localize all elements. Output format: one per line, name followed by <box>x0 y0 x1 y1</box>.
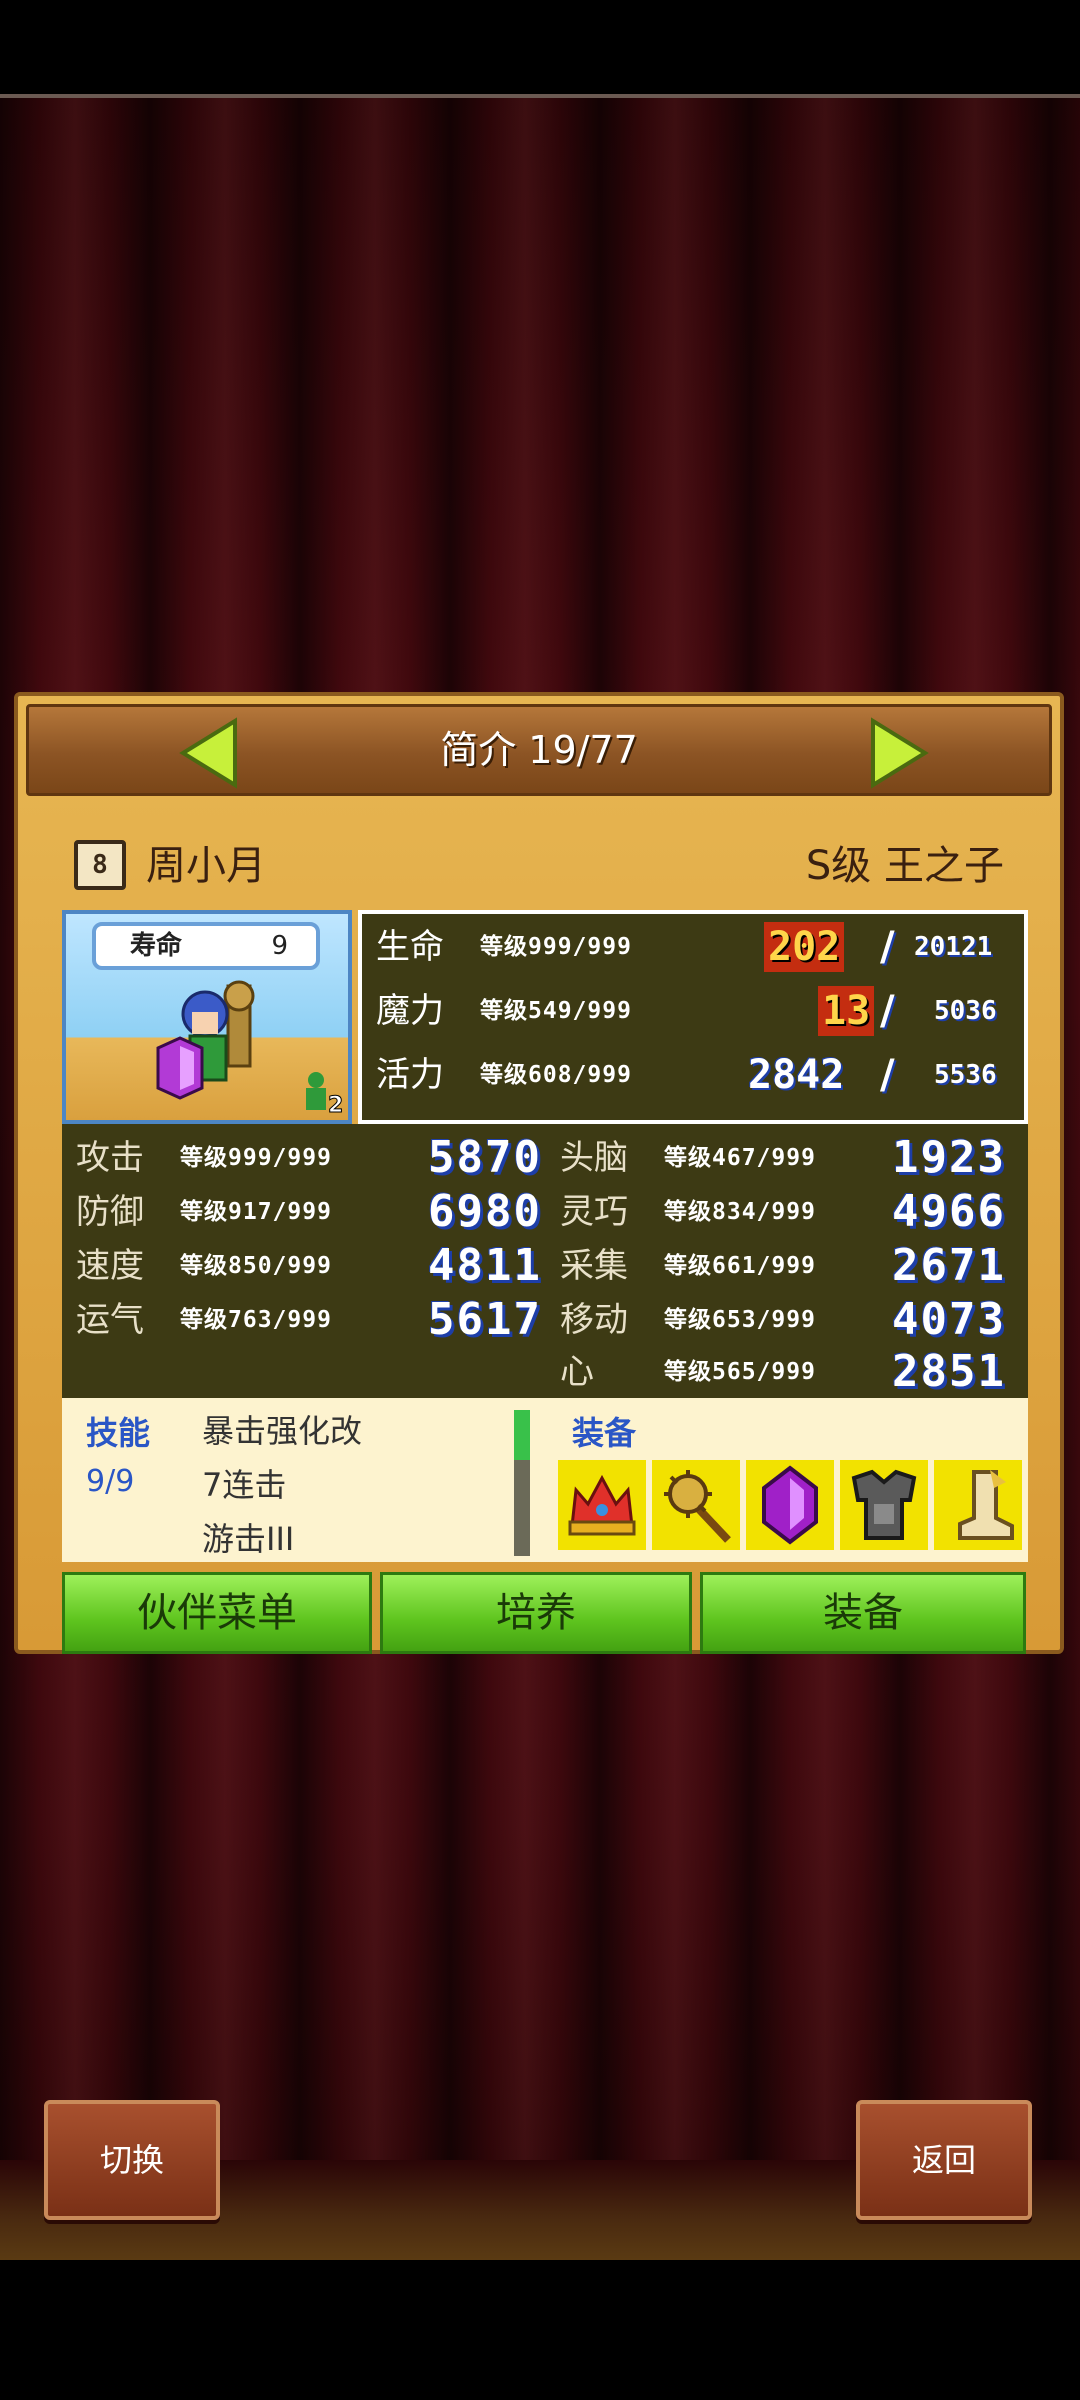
back-button[interactable]: 返回 <box>856 2100 1032 2220</box>
vital-label: 魔力 <box>376 991 444 1031</box>
attribute-grade: 等级850/999 <box>180 1253 332 1279</box>
lifespan-value: 9 <box>271 931 288 961</box>
vital-row: 魔力 等级549/999 13 / 5036 <box>362 980 1024 1042</box>
equipment-slots <box>558 1460 1028 1552</box>
crown-icon[interactable] <box>558 1460 646 1550</box>
attribute-label: 速度 <box>76 1246 144 1286</box>
switch-button[interactable]: 切换 <box>44 2100 220 2220</box>
attribute-value: 6980 <box>428 1186 542 1237</box>
skills-equipment-section: 技能 9/9 暴击强化改 7连击 游击III 装备 <box>62 1398 1028 1562</box>
vital-slash: / <box>880 924 895 970</box>
attribute-label: 攻击 <box>76 1138 144 1178</box>
vital-grade: 等级549/999 <box>480 998 632 1024</box>
vital-label: 活力 <box>376 1055 444 1095</box>
partner-count-icon: 2 <box>306 1072 344 1114</box>
attribute-value: 2671 <box>892 1240 1006 1291</box>
boot-icon[interactable] <box>934 1460 1022 1550</box>
mace-icon[interactable] <box>652 1460 740 1550</box>
attribute-row: 速度 等级850/999 4811 <box>76 1240 546 1292</box>
attribute-value: 5617 <box>428 1294 542 1345</box>
train-button[interactable]: 培养 <box>380 1572 692 1654</box>
attribute-stats: 攻击 等级999/999 5870 防御 等级917/999 6980 速度 等… <box>62 1124 1028 1398</box>
vital-max: 20121 <box>914 932 993 962</box>
skills-heading: 技能 <box>86 1414 151 1452</box>
skills-scroll-thumb[interactable] <box>514 1410 530 1460</box>
equip-button[interactable]: 装备 <box>700 1572 1026 1654</box>
attribute-grade: 等级834/999 <box>664 1199 816 1225</box>
armor-icon[interactable] <box>840 1460 928 1550</box>
skill-item[interactable]: 游击III <box>202 1514 294 1560</box>
lifespan-tag: 寿命 9 <box>92 922 320 970</box>
prev-arrow-icon[interactable] <box>179 717 239 789</box>
attribute-label: 防御 <box>76 1192 144 1232</box>
attribute-grade: 等级661/999 <box>664 1253 816 1279</box>
vital-stats: 生命 等级999/999 202 / 20121 魔力 等级549/999 13… <box>358 910 1028 1124</box>
gem-icon[interactable] <box>746 1460 834 1550</box>
partner-count: 2 <box>328 1093 343 1114</box>
attribute-row: 防御 等级917/999 6980 <box>76 1186 546 1238</box>
attribute-value: 1923 <box>892 1132 1006 1183</box>
attribute-grade: 等级467/999 <box>664 1145 816 1171</box>
attribute-row: 采集 等级661/999 2671 <box>560 1240 1026 1292</box>
character-portrait: 寿命 9 2 <box>62 910 352 1124</box>
equipment-heading: 装备 <box>572 1414 637 1452</box>
level-badge: 8 <box>74 840 126 890</box>
attribute-value: 4811 <box>428 1240 542 1291</box>
attribute-label: 采集 <box>560 1246 628 1286</box>
vital-grade: 等级608/999 <box>480 1062 632 1088</box>
title-bar: 简介 19/77 <box>26 704 1052 796</box>
attribute-label: 心 <box>560 1352 594 1392</box>
partner-menu-button[interactable]: 伙伴菜单 <box>62 1572 372 1654</box>
attribute-row: 攻击 等级999/999 5870 <box>76 1132 546 1184</box>
vital-grade: 等级999/999 <box>480 934 632 960</box>
character-sprite-icon <box>156 980 255 1100</box>
vital-current: 2842 <box>748 1052 845 1098</box>
attribute-row: 灵巧 等级834/999 4966 <box>560 1186 1026 1238</box>
vital-row: 活力 等级608/999 2842 / 5536 <box>362 1044 1024 1106</box>
attribute-value: 2851 <box>892 1346 1006 1397</box>
lifespan-label: 寿命 <box>130 931 183 961</box>
attribute-row: 头脑 等级467/999 1923 <box>560 1132 1026 1184</box>
vital-max: 5036 <box>934 996 997 1026</box>
skills-count: 9/9 <box>86 1464 135 1499</box>
vital-max: 5536 <box>934 1060 997 1090</box>
vital-row: 生命 等级999/999 202 / 20121 <box>362 916 1024 978</box>
attribute-value: 4966 <box>892 1186 1006 1237</box>
vital-current: 13 <box>818 986 875 1036</box>
attribute-label: 运气 <box>76 1300 144 1340</box>
vital-slash: / <box>880 988 895 1034</box>
attribute-grade: 等级653/999 <box>664 1307 816 1333</box>
profile-panel: 简介 19/77 8 周小月 S级 王之子 寿命 9 2 生命 等级999/99… <box>14 692 1064 1654</box>
attribute-label: 移动 <box>560 1300 628 1340</box>
attribute-label: 头脑 <box>560 1138 628 1178</box>
attribute-row: 运气 等级763/999 5617 <box>76 1294 546 1346</box>
navigation-bar <box>0 2260 1080 2400</box>
attribute-grade: 等级763/999 <box>180 1307 332 1333</box>
vital-current: 202 <box>764 922 845 972</box>
next-arrow-icon[interactable] <box>869 717 929 789</box>
attribute-row: 移动 等级653/999 4073 <box>560 1294 1026 1346</box>
attribute-grade: 等级565/999 <box>664 1359 816 1385</box>
attribute-value: 4073 <box>892 1294 1006 1345</box>
skill-item[interactable]: 7连击 <box>202 1460 286 1506</box>
vital-label: 生命 <box>376 927 444 967</box>
attribute-value: 5870 <box>428 1132 542 1183</box>
attribute-grade: 等级999/999 <box>180 1145 332 1171</box>
character-name: 周小月 <box>146 843 266 889</box>
character-class: S级 王之子 <box>805 843 1004 889</box>
status-bar <box>0 0 1080 96</box>
attribute-row: 心 等级565/999 2851 <box>560 1346 1026 1398</box>
attribute-grade: 等级917/999 <box>180 1199 332 1225</box>
attribute-label: 灵巧 <box>560 1192 628 1232</box>
skill-item[interactable]: 暴击强化改 <box>202 1406 362 1452</box>
vital-slash: / <box>880 1052 895 1098</box>
skills-scrollbar[interactable] <box>514 1410 530 1556</box>
